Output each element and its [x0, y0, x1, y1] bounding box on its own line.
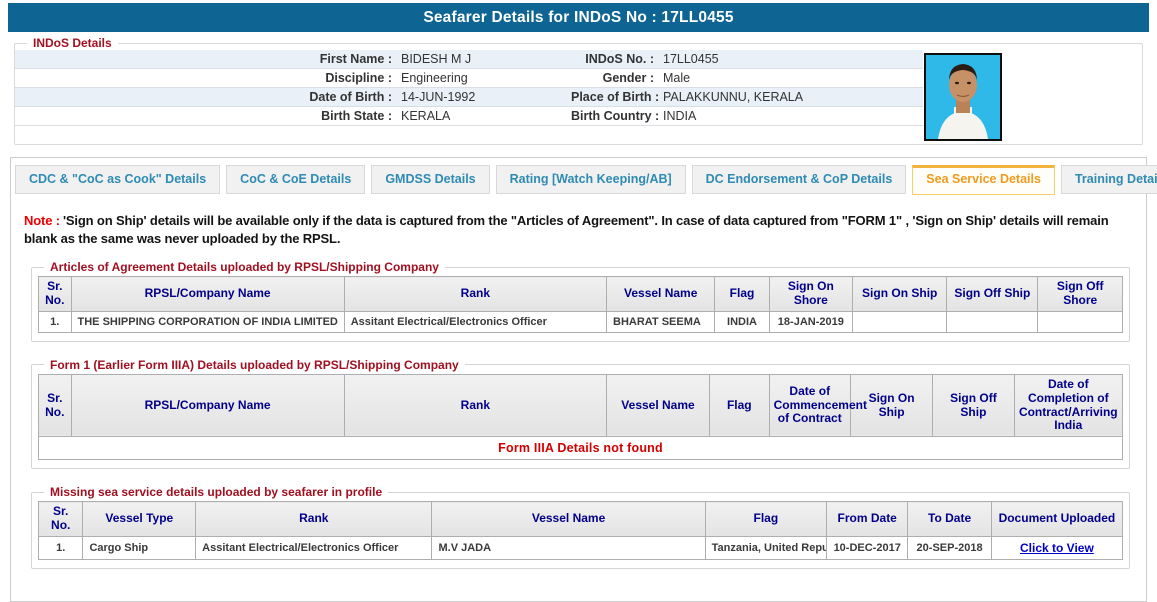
articles-legend: Articles of Agreement Details uploaded b…	[50, 260, 439, 275]
col-rank: Rank	[343, 373, 608, 438]
cell-sr-no: 1.	[38, 310, 72, 333]
col-vessel-name: Vessel Name	[431, 501, 706, 537]
tab-training-details[interactable]: Training Details	[1060, 165, 1157, 194]
tab-rating-watch-keeping[interactable]: Rating [Watch Keeping/AB]	[495, 165, 686, 194]
cell-vessel-name: M.V JADA	[431, 535, 706, 560]
birth-state-value: KERALA	[401, 109, 451, 123]
first-name-value: BIDESH M J	[401, 52, 472, 66]
col-from-date: From Date	[826, 501, 909, 537]
col-date-commencement: Date of Commencement of Contract	[768, 373, 867, 438]
gender-label: Gender :	[602, 71, 654, 85]
cell-vessel-type: Cargo Ship	[82, 535, 197, 560]
form1-legend: Form 1 (Earlier Form IIIA) Details uploa…	[50, 357, 459, 372]
col-rank: Rank	[195, 501, 433, 537]
cell-from-date: 10-DEC-2017	[826, 535, 909, 560]
indos-row-birth: Date of Birth : 14-JUN-1992 Place of Bir…	[15, 88, 923, 107]
tab-gmdss[interactable]: GMDSS Details	[371, 165, 490, 194]
seafarer-photo	[924, 53, 1002, 141]
note-text: 'Sign on Ship' details will be available…	[24, 213, 1109, 247]
birth-state-label: Birth State :	[321, 109, 392, 123]
cell-sign-off-ship	[946, 310, 1039, 333]
col-vessel-type: Vessel Type	[82, 501, 197, 537]
col-rank: Rank	[343, 276, 608, 312]
form1-table: Sr. No. RPSL/Company Name Rank Vessel Na…	[38, 373, 1124, 461]
cell-document-uploaded: Click to View	[990, 535, 1124, 560]
col-flag: Flag	[714, 276, 770, 312]
col-sr-no: Sr. No.	[37, 501, 84, 537]
tab-dc-endorsement-cop[interactable]: DC Endorsement & CoP Details	[691, 165, 907, 194]
place-of-birth-value: PALAKKUNNU, KERALA	[663, 90, 804, 104]
date-of-birth-value: 14-JUN-1992	[401, 90, 476, 104]
col-sign-on-ship: Sign On Ship	[852, 276, 948, 312]
indos-no-label: INDoS No. :	[585, 52, 654, 66]
date-of-birth-label: Date of Birth :	[309, 90, 392, 104]
discipline-value: Engineering	[401, 71, 468, 85]
articles-table-row: 1. THE SHIPPING CORPORATION OF INDIA LIM…	[38, 310, 1123, 333]
form1-header-row: Sr. No. RPSL/Company Name Rank Vessel Na…	[38, 373, 1124, 438]
tab-coc-coe[interactable]: CoC & CoE Details	[226, 165, 366, 194]
col-sr-no: Sr. No.	[38, 276, 72, 312]
discipline-label: Discipline :	[325, 71, 392, 85]
top-section: Seafarer Details for INDoS No : 17LL0455…	[8, 3, 1149, 145]
indos-row-discipline: Discipline : Engineering Gender : Male	[15, 69, 923, 88]
tab-bar: CDC & "CoC as Cook" Details CoC & CoE De…	[11, 158, 1157, 195]
note-prefix: Note :	[24, 213, 60, 228]
form1-not-found-message: Form IIIA Details not found	[38, 436, 1123, 461]
missing-table-row: 1. Cargo Ship Assitant Electrical/Electr…	[37, 535, 1124, 560]
col-sr-no: Sr. No.	[38, 373, 72, 438]
seafarer-details-page: { "theme": { "title-bar-bg": "#0E6493", …	[0, 3, 1157, 602]
articles-header-row: Sr. No. RPSL/Company Name Rank Vessel Na…	[38, 276, 1123, 312]
cell-vessel-name: BHARAT SEEMA	[606, 310, 716, 333]
birth-country-value: INDIA	[663, 109, 697, 123]
missing-sea-service-section: Missing sea service details uploaded by …	[31, 485, 1130, 569]
col-sign-off-shore: Sign Off Shore	[1037, 276, 1123, 312]
col-vessel-name: Vessel Name	[606, 373, 710, 438]
indos-no-value: 17LL0455	[663, 52, 719, 66]
sign-on-ship-note: Note : 'Sign on Ship' details will be ava…	[24, 212, 1133, 248]
seafarer-photo-image	[926, 55, 1000, 139]
place-of-birth-label: Place of Birth :	[571, 90, 660, 104]
col-to-date: To Date	[907, 501, 992, 537]
first-name-label: First Name :	[319, 52, 392, 66]
form1-section: Form 1 (Earlier Form IIIA) Details uploa…	[31, 357, 1130, 470]
cell-to-date: 20-SEP-2018	[907, 535, 992, 560]
click-to-view-link[interactable]: Click to View	[1020, 541, 1094, 555]
cell-rpsl-company: THE SHIPPING CORPORATION OF INDIA LIMITE…	[70, 310, 345, 333]
missing-legend: Missing sea service details uploaded by …	[50, 485, 383, 500]
gender-value: Male	[663, 71, 691, 85]
cell-sr-no: 1.	[37, 535, 84, 560]
col-sign-off-ship: Sign Off Ship	[946, 276, 1039, 312]
col-date-completion: Date of Completion of Contract/Arriving …	[1013, 373, 1124, 438]
col-rpsl-company: RPSL/Company Name	[70, 276, 345, 312]
cell-sign-on-shore: 18-JAN-2019	[768, 310, 854, 333]
articles-of-agreement-section: Articles of Agreement Details uploaded b…	[31, 260, 1130, 342]
col-rpsl-company: RPSL/Company Name	[70, 373, 345, 438]
indos-row-state: Birth State : KERALA Birth Country : IND…	[15, 107, 923, 126]
form1-empty-row: Form IIIA Details not found	[38, 436, 1123, 461]
indos-details-legend: INDoS Details	[33, 36, 112, 50]
col-sign-off-ship: Sign Off Ship	[932, 373, 1015, 438]
col-flag: Flag	[708, 373, 770, 438]
indos-row-name: First Name : BIDESH M J INDoS No. : 17LL…	[15, 50, 923, 69]
details-panel: CDC & "CoC as Cook" Details CoC & CoE De…	[10, 157, 1157, 602]
cell-sign-off-shore	[1037, 310, 1123, 333]
col-sign-on-shore: Sign On Shore	[768, 276, 854, 312]
col-vessel-name: Vessel Name	[606, 276, 716, 312]
birth-country-label: Birth Country :	[571, 109, 660, 123]
missing-header-row: Sr. No. Vessel Type Rank Vessel Name Fla…	[37, 501, 1124, 537]
articles-table: Sr. No. RPSL/Company Name Rank Vessel Na…	[38, 276, 1123, 333]
tab-sea-service-details[interactable]: Sea Service Details	[912, 165, 1055, 195]
page-title: Seafarer Details for INDoS No : 17LL0455	[8, 3, 1149, 32]
cell-rank: Assitant Electrical/Electronics Officer	[195, 535, 433, 560]
missing-table: Sr. No. Vessel Type Rank Vessel Name Fla…	[37, 501, 1124, 560]
tab-cdc-coc-as-cook[interactable]: CDC & "CoC as Cook" Details	[15, 165, 221, 194]
col-document-uploaded: Document Uploaded	[990, 501, 1124, 537]
cell-sign-on-ship	[852, 310, 948, 333]
indos-details-fieldset: INDoS Details First Name : BIDESH M J IN…	[14, 36, 1143, 145]
col-flag: Flag	[704, 501, 828, 537]
cell-flag: Tanzania, United Republic of	[704, 535, 828, 560]
cell-rank: Assitant Electrical/Electronics Officer	[343, 310, 608, 333]
cell-flag: INDIA	[714, 310, 770, 333]
